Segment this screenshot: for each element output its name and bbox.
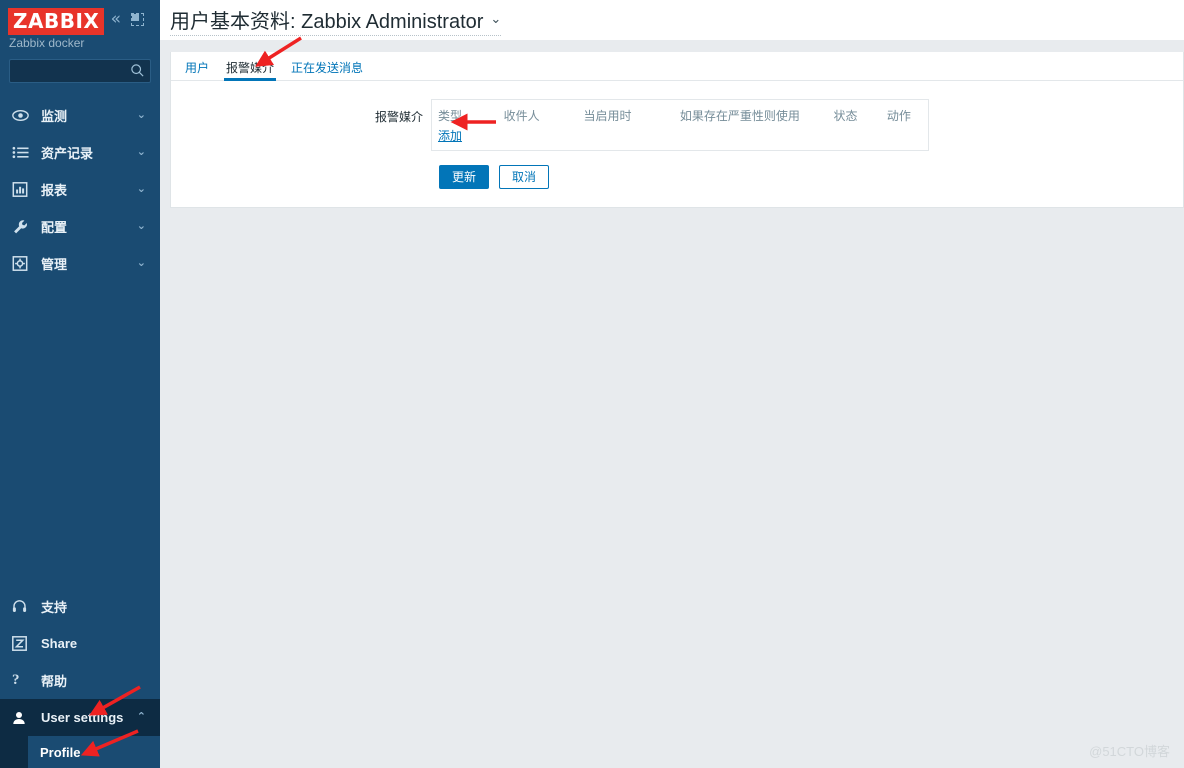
sidebar-item-label: 资产记录 bbox=[41, 146, 94, 161]
column-header-when-active: 当启用时 bbox=[583, 109, 632, 123]
sidebar-item-label: 帮助 bbox=[41, 674, 68, 689]
add-cell: 添加 bbox=[432, 127, 928, 144]
user-icon bbox=[12, 709, 34, 727]
main-content: 用户基本资料: Zabbix Administrator ⌄ 用户 报警媒介 正… bbox=[160, 0, 1184, 768]
sidebar-brand-row: ZABBIX « bbox=[0, 0, 160, 35]
sidebar-item-inventory[interactable]: 资产记录 ⌄ bbox=[0, 134, 160, 171]
chevron-down-icon: ⌄ bbox=[490, 11, 502, 27]
tab-bar: 用户 报警媒介 正在发送消息 bbox=[171, 52, 1183, 81]
eye-icon bbox=[12, 107, 34, 125]
chevron-down-icon: ⌄ bbox=[136, 144, 146, 158]
sidebar-item-user-settings[interactable]: User settings ⌃ bbox=[0, 699, 160, 736]
add-media-link[interactable]: 添加 bbox=[438, 129, 462, 143]
sidebar-item-administration[interactable]: 管理 ⌄ bbox=[0, 245, 160, 282]
collapse-sidebar-icon[interactable]: « bbox=[111, 11, 121, 28]
chevron-down-icon: ⌄ bbox=[136, 107, 146, 121]
sidebar-controls: « bbox=[111, 11, 144, 28]
cancel-button[interactable]: 取消 bbox=[499, 165, 550, 189]
chevron-down-icon: ⌄ bbox=[136, 181, 146, 195]
sidebar-item-label: 配置 bbox=[41, 220, 68, 235]
sidebar-item-support[interactable]: 支持 bbox=[0, 588, 160, 625]
server-name: Zabbix docker bbox=[9, 36, 85, 50]
search-wrapper bbox=[9, 59, 151, 83]
column-header-status: 状态 bbox=[833, 109, 858, 123]
media-field-label: 报警媒介 bbox=[374, 110, 423, 124]
sidebar-item-reports[interactable]: 报表 ⌄ bbox=[0, 171, 160, 208]
sidebar-subitem-profile[interactable]: Profile bbox=[0, 736, 160, 768]
update-button[interactable]: 更新 bbox=[439, 165, 490, 189]
headset-icon bbox=[12, 598, 34, 616]
chevron-down-icon: ⌄ bbox=[136, 218, 146, 232]
column-header-action: 动作 bbox=[886, 109, 911, 123]
zabbix-share-icon bbox=[12, 635, 34, 653]
form-buttons: 更新 取消 bbox=[439, 165, 1183, 189]
zabbix-logo[interactable]: ZABBIX bbox=[8, 8, 105, 35]
tab-user[interactable]: 用户 bbox=[183, 62, 211, 80]
list-icon bbox=[12, 144, 34, 162]
media-table: 类型 收件人 当启用时 如果存在严重性则使用 状态 动作 添加 bbox=[432, 107, 928, 144]
search-input[interactable] bbox=[9, 59, 151, 83]
sidebar: ZABBIX « Zabbix docker 监测 ⌄ 资产记录 ⌄ 报表 ⌄ … bbox=[0, 0, 160, 768]
table-header-row: 类型 收件人 当启用时 如果存在严重性则使用 状态 动作 bbox=[432, 107, 928, 127]
app-root: ZABBIX « Zabbix docker 监测 ⌄ 资产记录 ⌄ 报表 ⌄ … bbox=[0, 0, 1184, 768]
media-table-container: 类型 收件人 当启用时 如果存在严重性则使用 状态 动作 添加 bbox=[431, 99, 929, 151]
column-header-sendto: 收件人 bbox=[503, 109, 540, 123]
table-row-add: 添加 bbox=[432, 127, 928, 144]
sidebar-item-label: Share bbox=[41, 636, 78, 651]
wrench-icon bbox=[12, 218, 34, 236]
page-title[interactable]: 用户基本资料: Zabbix Administrator ⌄ bbox=[170, 5, 502, 36]
sidebar-main-menu: 监测 ⌄ 资产记录 ⌄ 报表 ⌄ 配置 ⌄ 管理 ⌄ bbox=[0, 97, 160, 282]
chevron-up-icon: ⌃ bbox=[136, 709, 146, 723]
sidebar-item-monitoring[interactable]: 监测 ⌄ bbox=[0, 97, 160, 134]
sidebar-item-label: 管理 bbox=[41, 257, 68, 272]
question-mark-icon: ? bbox=[12, 672, 20, 688]
hide-sidebar-icon[interactable] bbox=[131, 13, 144, 26]
sidebar-item-label: 监测 bbox=[41, 109, 68, 124]
sidebar-item-label: 支持 bbox=[41, 600, 68, 615]
sidebar-bottom-menu: 支持 Share ? 帮助 User settings ⌃ Profile bbox=[0, 588, 160, 768]
chevron-down-icon: ⌄ bbox=[136, 255, 146, 269]
sidebar-item-configuration[interactable]: 配置 ⌄ bbox=[0, 208, 160, 245]
page-header: 用户基本资料: Zabbix Administrator ⌄ bbox=[160, 0, 1184, 40]
tab-messaging[interactable]: 正在发送消息 bbox=[289, 62, 365, 80]
column-header-use-if-severity: 如果存在严重性则使用 bbox=[679, 109, 800, 123]
form-body: 报警媒介 类型 收件人 当启用时 如果存在严重性则使用 状态 动作 添加 更新 … bbox=[171, 81, 1183, 207]
media-form-row: 报警媒介 类型 收件人 当启用时 如果存在严重性则使用 状态 动作 添加 bbox=[171, 99, 1183, 151]
sidebar-subitem-label: Profile bbox=[40, 744, 81, 760]
tab-media[interactable]: 报警媒介 bbox=[224, 62, 277, 81]
page-title-text: 用户基本资料: Zabbix Administrator bbox=[170, 10, 484, 33]
sidebar-item-share[interactable]: Share bbox=[0, 625, 160, 662]
gear-icon bbox=[12, 255, 34, 273]
profile-card: 用户 报警媒介 正在发送消息 报警媒介 类型 收件人 当启用时 如果存在严重性则… bbox=[170, 52, 1184, 208]
sidebar-item-help[interactable]: ? 帮助 bbox=[0, 662, 160, 699]
sidebar-item-label: 报表 bbox=[41, 183, 68, 198]
watermark: @51CTO博客 bbox=[1089, 744, 1170, 759]
bar-chart-icon bbox=[12, 181, 34, 199]
column-header-type: 类型 bbox=[438, 109, 463, 123]
sidebar-item-label: User settings bbox=[41, 710, 124, 725]
